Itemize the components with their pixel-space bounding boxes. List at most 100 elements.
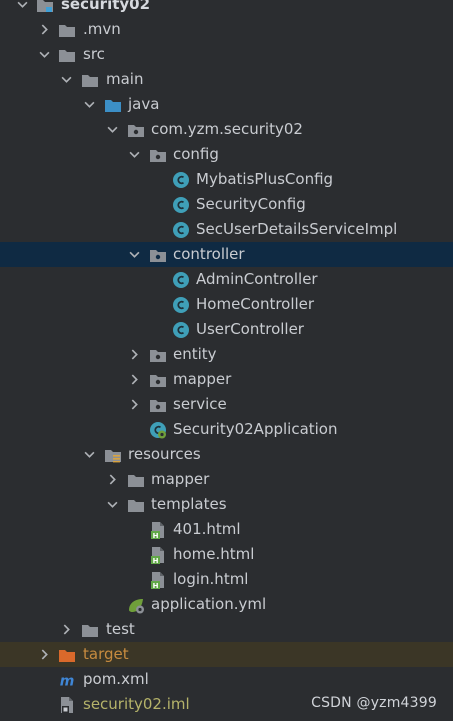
html-file-icon: H (149, 521, 167, 539)
tree-node-controller[interactable]: controller (0, 242, 453, 267)
chevron-down-icon[interactable] (36, 42, 52, 67)
folder-icon (81, 71, 99, 89)
tree-label: test (106, 620, 135, 638)
tree-label: templates (151, 495, 227, 513)
html-file-icon: H (149, 571, 167, 589)
svg-text:H: H (153, 582, 159, 589)
tree-label: .mvn (83, 20, 121, 38)
package-icon (149, 371, 167, 389)
tree-label: UserController (196, 320, 304, 338)
chevron-down-icon[interactable] (14, 0, 30, 17)
chevron-right-icon[interactable] (36, 642, 52, 667)
tree-label: Security02Application (173, 420, 338, 438)
tree-node-html-file[interactable]: H login.html (0, 567, 453, 592)
tree-label: application.yml (151, 595, 267, 613)
chevron-down-icon[interactable] (126, 142, 142, 167)
package-icon (149, 346, 167, 364)
html-file-icon: H (149, 546, 167, 564)
tree-label: entity (173, 345, 217, 363)
tree-node-project-root[interactable]: security02 (0, 0, 453, 17)
tree-node-mapper[interactable]: mapper (0, 367, 453, 392)
java-class-icon (172, 171, 190, 189)
tree-label: main (106, 70, 144, 88)
tree-node-main[interactable]: main (0, 67, 453, 92)
excluded-folder-icon (58, 646, 76, 664)
tree-label: mapper (173, 370, 232, 388)
source-folder-icon (104, 96, 122, 114)
spring-boot-class-icon (149, 421, 167, 439)
tree-node-pom[interactable]: m pom.xml (0, 667, 453, 692)
chevron-right-icon[interactable] (36, 17, 52, 42)
tree-node-application-class[interactable]: Security02Application (0, 417, 453, 442)
tree-node-entity[interactable]: entity (0, 342, 453, 367)
tree-node-src[interactable]: src (0, 42, 453, 67)
tree-node-class[interactable]: SecUserDetailsServiceImpl (0, 217, 453, 242)
tree-node-service[interactable]: service (0, 392, 453, 417)
tree-label: pom.xml (83, 670, 149, 688)
tree-node-class[interactable]: UserController (0, 317, 453, 342)
folder-icon (127, 496, 145, 514)
tree-label: AdminController (196, 270, 318, 288)
tree-label: MybatisPlusConfig (196, 170, 334, 188)
tree-label: home.html (173, 545, 255, 563)
java-class-icon (172, 271, 190, 289)
chevron-down-icon[interactable] (104, 492, 120, 517)
chevron-right-icon[interactable] (126, 392, 142, 417)
package-icon (127, 121, 145, 139)
tree-node-resources[interactable]: resources (0, 442, 453, 467)
module-file-icon (58, 696, 76, 714)
module-folder-icon (36, 0, 54, 14)
watermark: CSDN @yzm4399 (311, 695, 437, 711)
package-icon (149, 396, 167, 414)
tree-node-class[interactable]: MybatisPlusConfig (0, 167, 453, 192)
folder-icon (127, 471, 145, 489)
chevron-down-icon[interactable] (81, 92, 97, 117)
tree-node-application-yml[interactable]: application.yml (0, 592, 453, 617)
tree-node-class[interactable]: AdminController (0, 267, 453, 292)
tree-label: login.html (173, 570, 249, 588)
spring-config-icon (127, 596, 145, 614)
tree-node-config[interactable]: config (0, 142, 453, 167)
tree-label: security02 (61, 0, 151, 13)
tree-node-mvn[interactable]: .mvn (0, 17, 453, 42)
svg-text:H: H (153, 557, 159, 564)
tree-node-html-file[interactable]: H home.html (0, 542, 453, 567)
tree-node-test[interactable]: test (0, 617, 453, 642)
chevron-right-icon[interactable] (126, 367, 142, 392)
chevron-right-icon[interactable] (126, 342, 142, 367)
tree-label: target (83, 645, 129, 663)
tree-node-target[interactable]: target (0, 642, 453, 667)
tree-label: controller (173, 245, 245, 263)
tree-label: SecUserDetailsServiceImpl (196, 220, 398, 238)
tree-label: config (173, 145, 219, 163)
chevron-down-icon[interactable] (81, 442, 97, 467)
tree-node-java[interactable]: java (0, 92, 453, 117)
tree-node-class[interactable]: HomeController (0, 292, 453, 317)
tree-label: mapper (151, 470, 210, 488)
tree-label: resources (128, 445, 201, 463)
chevron-down-icon[interactable] (58, 67, 74, 92)
chevron-right-icon[interactable] (104, 467, 120, 492)
tree-node-package[interactable]: com.yzm.security02 (0, 117, 453, 142)
maven-icon: m (58, 671, 76, 690)
tree-label: src (83, 45, 105, 63)
tree-label: SecurityConfig (196, 195, 306, 213)
tree-label: security02.iml (83, 695, 190, 713)
chevron-down-icon[interactable] (126, 242, 142, 267)
folder-icon (81, 621, 99, 639)
resources-folder-icon (104, 446, 122, 464)
tree-label: com.yzm.security02 (151, 120, 303, 138)
folder-icon (58, 21, 76, 39)
tree-node-res-mapper[interactable]: mapper (0, 467, 453, 492)
java-class-icon (172, 321, 190, 339)
chevron-down-icon[interactable] (104, 117, 120, 142)
tree-label: service (173, 395, 227, 413)
tree-label: HomeController (196, 295, 315, 313)
tree-node-class[interactable]: SecurityConfig (0, 192, 453, 217)
tree-node-templates[interactable]: templates (0, 492, 453, 517)
java-class-icon (172, 221, 190, 239)
svg-text:m: m (60, 674, 75, 690)
tree-node-html-file[interactable]: H 401.html (0, 517, 453, 542)
java-class-icon (172, 296, 190, 314)
chevron-right-icon[interactable] (58, 617, 74, 642)
